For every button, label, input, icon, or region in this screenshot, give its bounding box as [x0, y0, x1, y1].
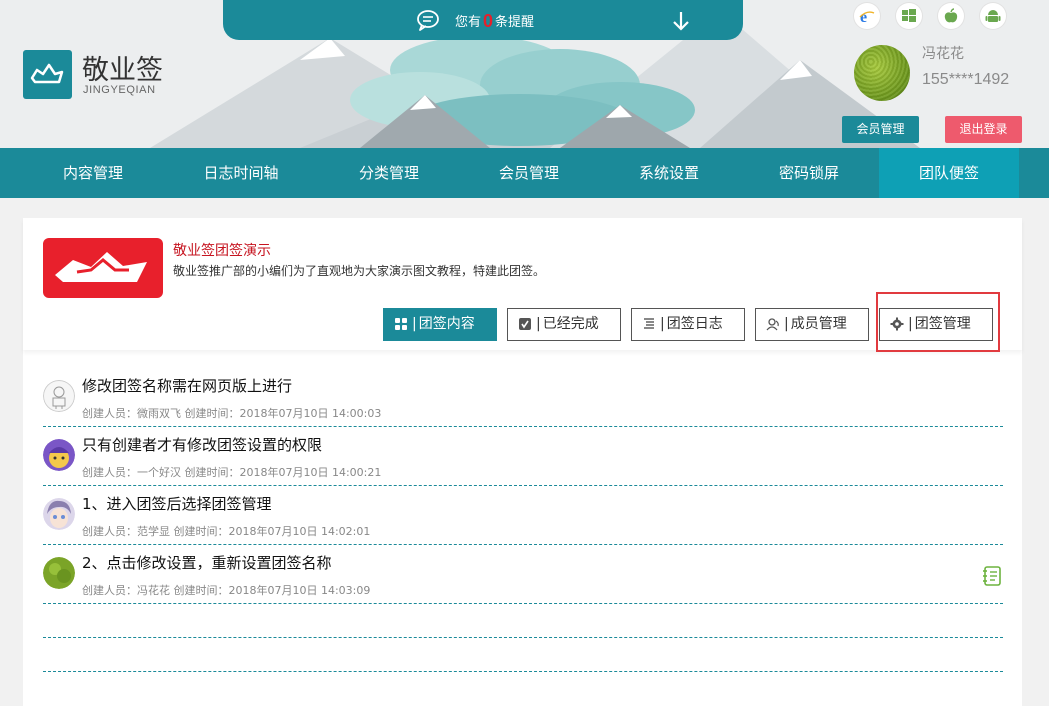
- logout-button[interactable]: 退出登录: [945, 116, 1022, 143]
- team-panel: 敬业签团签演示 敬业签推广部的小编们为了直观地为大家演示图文教程，特建此团签。 …: [23, 218, 1022, 706]
- reminder-count: 0: [483, 11, 494, 31]
- nav-item-lockscreen[interactable]: 密码锁屏: [749, 148, 869, 198]
- nav-item-settings[interactable]: 系统设置: [609, 148, 729, 198]
- team-description: 敬业签推广部的小编们为了直观地为大家演示图文教程，特建此团签。: [173, 264, 546, 278]
- separator: |: [784, 316, 789, 332]
- avatar: [43, 498, 75, 530]
- android-icon[interactable]: [980, 3, 1006, 29]
- team-header: 敬业签团签演示 敬业签推广部的小编们为了直观地为大家演示图文教程，特建此团签。 …: [23, 218, 1022, 352]
- grid-icon: [395, 318, 407, 330]
- note-meta: 创建人员：一个好汉 创建时间：2018年07月10日 14:00:21: [82, 466, 382, 479]
- nav-item-members[interactable]: 会员管理: [469, 148, 589, 198]
- team-content-button[interactable]: | 团签内容: [383, 308, 497, 341]
- empty-row: [43, 638, 1003, 672]
- team-name: 敬业签团签演示: [173, 243, 271, 259]
- user-avatar[interactable]: [854, 45, 910, 101]
- highlight-annotation: [876, 292, 1000, 352]
- completed-button[interactable]: | 已经完成: [507, 308, 621, 341]
- completed-label: 已经完成: [542, 316, 599, 332]
- page-header: 敬业签 JINGYEQIAN 您有 0 条提醒 e 冯花花 155****1492 …: [0, 0, 1049, 148]
- separator: |: [412, 316, 417, 332]
- note-meta: 创建人员：范学显 创建时间：2018年07月10日 14:02:01: [82, 525, 371, 538]
- note-title: 2、点击修改设置，重新设置团签名称: [82, 554, 332, 572]
- team-boat-icon: [55, 252, 147, 282]
- team-log-button[interactable]: | 团签日志: [631, 308, 745, 341]
- nav-item-content[interactable]: 内容管理: [33, 148, 153, 198]
- checkbox-icon: [519, 318, 531, 330]
- windows-icon[interactable]: [896, 3, 922, 29]
- note-title: 1、进入团签后选择团签管理: [82, 495, 272, 513]
- note-meta: 创建人员：冯花花 创建时间：2018年07月10日 14:03:09: [82, 584, 371, 597]
- nav-item-team-notes[interactable]: 团队便签: [879, 148, 1019, 198]
- list-item[interactable]: 只有创建者才有修改团签设置的权限 创建人员：一个好汉 创建时间：2018年07月…: [43, 427, 1003, 486]
- separator: |: [660, 316, 665, 332]
- reminder-suffix: 条提醒: [495, 15, 535, 30]
- list-item[interactable]: 1、进入团签后选择团签管理 创建人员：范学显 创建时间：2018年07月10日 …: [43, 486, 1003, 545]
- member-management-label: 成员管理: [790, 316, 847, 332]
- notebook-icon[interactable]: [981, 565, 1003, 587]
- logo-boat-icon: [30, 63, 64, 84]
- log-list-icon: [644, 318, 654, 329]
- apple-icon[interactable]: [938, 3, 964, 29]
- member-management-tab-button[interactable]: | 成员管理: [755, 308, 869, 341]
- chat-bubble-icon: [417, 10, 439, 31]
- note-meta: 创建人员：微雨双飞 创建时间：2018年07月10日 14:00:03: [82, 407, 382, 420]
- avatar: [43, 557, 75, 589]
- team-logo: [43, 238, 163, 298]
- team-note-list: 修改团签名称需在网页版上进行 创建人员：微雨双飞 创建时间：2018年07月10…: [43, 368, 1003, 672]
- team-content-label: 团签内容: [418, 316, 475, 332]
- arrow-down-icon[interactable]: [671, 10, 691, 32]
- reminder-text: 您有 0 条提醒: [455, 11, 534, 32]
- member-management-button[interactable]: 会员管理: [842, 116, 919, 143]
- avatar: [43, 439, 75, 471]
- main-nav: 内容管理 日志时间轴 分类管理 会员管理 系统设置 密码锁屏 团队便签: [0, 148, 1049, 198]
- logo-title: 敬业签: [82, 55, 163, 86]
- empty-row: [43, 604, 1003, 638]
- users-icon: [766, 318, 779, 331]
- team-log-label: 团签日志: [666, 316, 723, 332]
- logo[interactable]: [23, 50, 72, 99]
- separator: |: [536, 316, 541, 332]
- note-title: 只有创建者才有修改团签设置的权限: [82, 436, 323, 454]
- user-name: 冯花花: [922, 46, 964, 62]
- logo-subtitle: JINGYEQIAN: [83, 84, 156, 96]
- note-title: 修改团签名称需在网页版上进行: [82, 377, 293, 395]
- reminder-banner[interactable]: 您有 0 条提醒: [223, 0, 743, 40]
- nav-item-timeline[interactable]: 日志时间轴: [181, 148, 301, 198]
- list-item[interactable]: 2、点击修改设置，重新设置团签名称 创建人员：冯花花 创建时间：2018年07月…: [43, 545, 1003, 604]
- avatar: [43, 380, 75, 412]
- ie-icon[interactable]: e: [854, 3, 880, 29]
- list-item[interactable]: 修改团签名称需在网页版上进行 创建人员：微雨双飞 创建时间：2018年07月10…: [43, 368, 1003, 427]
- nav-item-categories[interactable]: 分类管理: [329, 148, 449, 198]
- reminder-prefix: 您有: [455, 15, 482, 30]
- user-phone: 155****1492: [922, 71, 1010, 88]
